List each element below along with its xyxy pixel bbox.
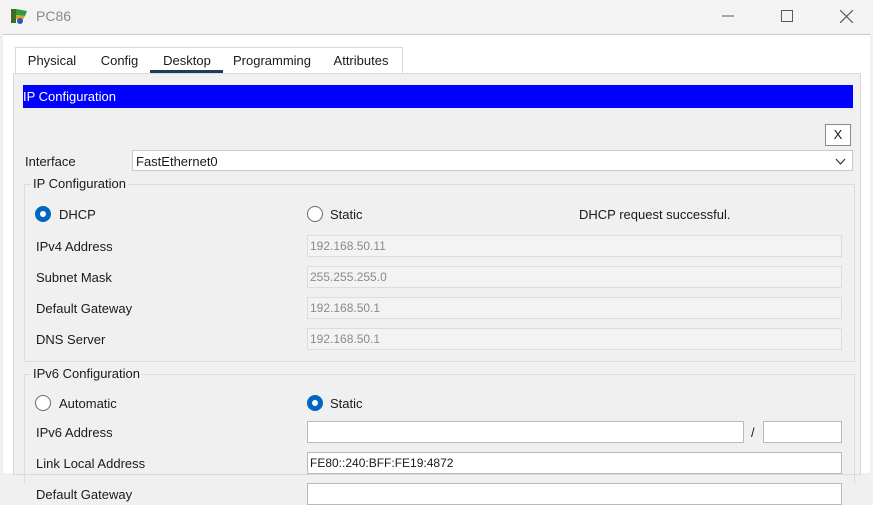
- ipv4-config-group-title: IP Configuration: [31, 176, 128, 191]
- dns-server-field[interactable]: 192.168.50.1: [307, 328, 842, 350]
- static-ipv6-radio[interactable]: [307, 395, 323, 411]
- ip-configuration-titlebar: IP Configuration: [23, 85, 853, 108]
- interface-label: Interface: [25, 154, 76, 169]
- tab-programming[interactable]: Programming: [227, 48, 317, 74]
- ipv4-address-field[interactable]: 192.168.50.11: [307, 235, 842, 257]
- ipv4-address-label: IPv4 Address: [36, 239, 113, 254]
- subnet-mask-field[interactable]: 255.255.255.0: [307, 266, 842, 288]
- ipv6-address-label: IPv6 Address: [36, 425, 113, 440]
- window-content: Physical Config Desktop Programming Attr…: [3, 34, 870, 505]
- subnet-mask-label: Subnet Mask: [36, 270, 112, 285]
- dhcp-radio[interactable]: [35, 206, 51, 222]
- chevron-down-icon: [835, 155, 846, 170]
- automatic-ipv6-radio[interactable]: [35, 395, 51, 411]
- close-icon: [839, 9, 853, 23]
- interface-value: FastEthernet0: [136, 154, 218, 169]
- static-ipv4-radio[interactable]: [307, 206, 323, 222]
- close-window-button[interactable]: [823, 3, 869, 29]
- maximize-button[interactable]: [764, 3, 810, 29]
- window-titlebar: PC86: [0, 0, 873, 34]
- ipv6-default-gateway-label: Default Gateway: [36, 487, 133, 502]
- tab-attributes[interactable]: Attributes: [325, 48, 397, 74]
- ip-configuration-title: IP Configuration: [23, 89, 116, 104]
- minimize-icon: [722, 15, 734, 17]
- link-local-address-field[interactable]: FE80::240:BFF:FE19:4872: [307, 452, 842, 474]
- window-title: PC86: [36, 8, 72, 24]
- ipv6-address-field[interactable]: [307, 421, 744, 443]
- default-gateway-label: Default Gateway: [36, 301, 133, 316]
- maximize-icon: [781, 10, 793, 22]
- dhcp-status-text: DHCP request successful.: [579, 207, 731, 222]
- tab-physical[interactable]: Physical: [16, 48, 88, 74]
- link-local-address-label: Link Local Address: [36, 456, 146, 471]
- interface-select[interactable]: FastEthernet0: [132, 150, 853, 171]
- ipv6-default-gateway-field[interactable]: [307, 483, 842, 505]
- prefix-separator: /: [751, 425, 755, 440]
- ipv6-config-group-title: IPv6 Configuration: [31, 366, 142, 381]
- close-ip-configuration-button[interactable]: X: [825, 124, 851, 146]
- dns-server-label: DNS Server: [36, 332, 106, 347]
- minimize-button[interactable]: [705, 3, 751, 29]
- tab-config[interactable]: Config: [92, 48, 147, 74]
- ipv6-prefix-length-field[interactable]: [763, 421, 842, 443]
- desktop-panel: IP Configuration X Interface FastEtherne…: [13, 73, 861, 505]
- automatic-ipv6-label: Automatic: [59, 396, 117, 411]
- default-gateway-field[interactable]: 192.168.50.1: [307, 297, 842, 319]
- static-ipv4-label: Static: [330, 207, 363, 222]
- static-ipv6-label: Static: [330, 396, 363, 411]
- packet-tracer-pc-icon: [10, 7, 30, 25]
- dhcp-label: DHCP: [59, 207, 96, 222]
